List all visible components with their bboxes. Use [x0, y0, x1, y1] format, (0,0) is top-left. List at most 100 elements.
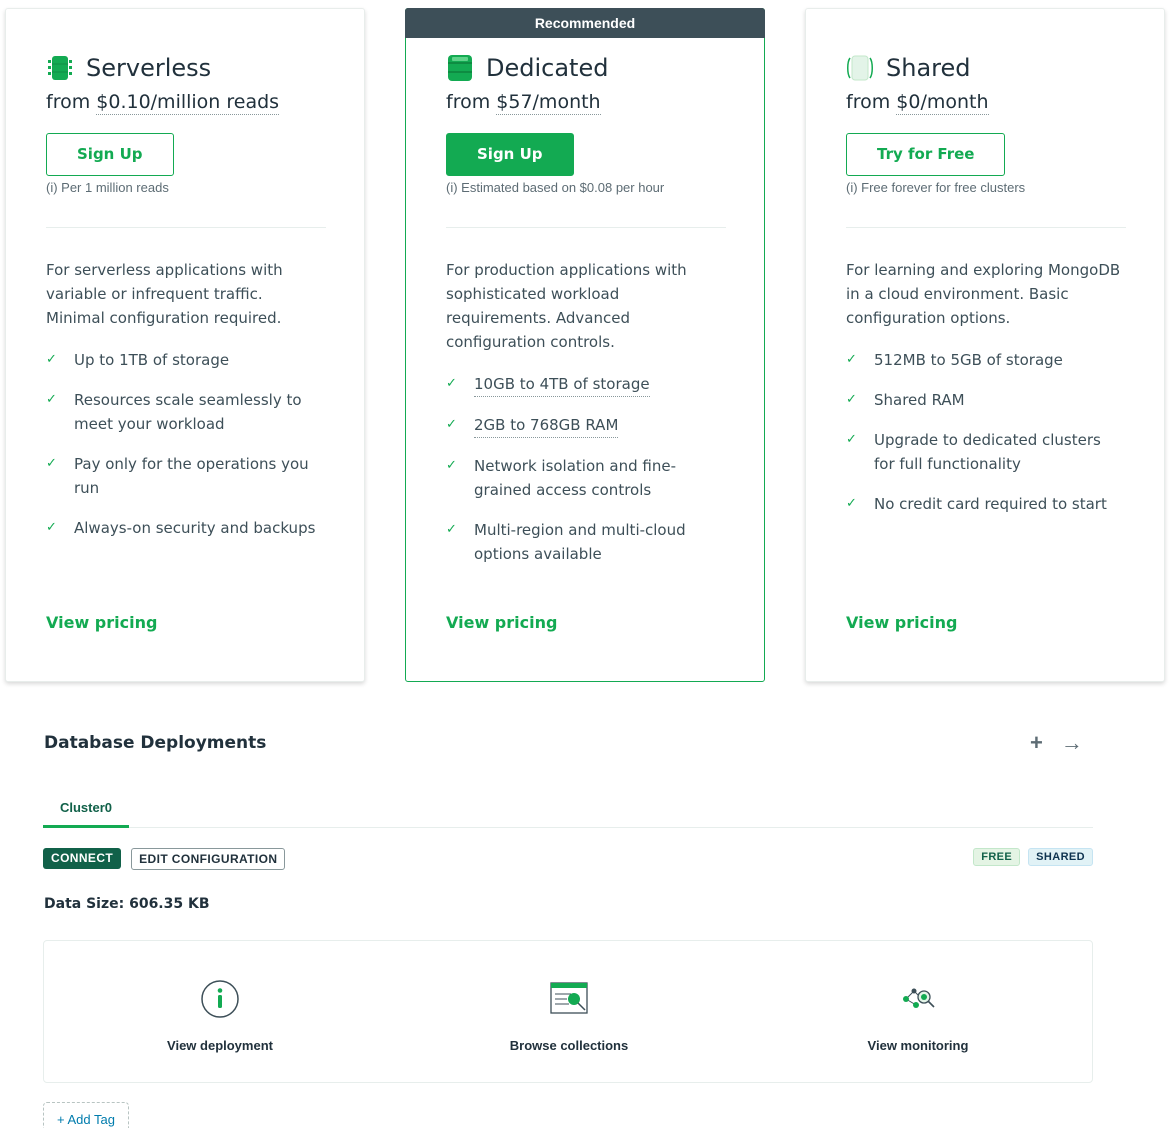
feature-item: ✓ 10GB to 4TB of storage — [446, 372, 726, 397]
shared-badge: SHARED — [1028, 848, 1093, 866]
browse-collections-action[interactable]: Browse collections — [469, 977, 669, 1053]
shared-card: Shared from $0/month Try for Free (i) Fr… — [805, 8, 1165, 682]
feature-list: ✓ 512MB to 5GB of storage ✓ Shared RAM ✓ Up… — [846, 348, 1126, 516]
feature-item: ✓ No credit card required to start — [846, 492, 1126, 516]
shared-title-row: Shared — [846, 53, 1126, 83]
check-icon: ✓ — [446, 522, 457, 537]
check-icon: ✓ — [446, 376, 457, 391]
price-amount: $57/month — [496, 91, 601, 115]
divider — [446, 227, 726, 228]
recommended-banner: Recommended — [405, 8, 765, 38]
card-price: from $0/month — [846, 91, 1126, 115]
tab-cluster0[interactable]: Cluster0 — [43, 800, 129, 828]
card-title: Shared — [886, 54, 971, 82]
feature-text: No credit card required to start — [874, 495, 1107, 513]
edit-configuration-button[interactable]: EDIT CONFIGURATION — [131, 848, 286, 870]
price-prefix: from — [846, 91, 897, 113]
card-description: For production applications with sophist… — [446, 261, 687, 351]
deployment-actions: + → — [1030, 730, 1083, 756]
feature-text: 10GB to 4TB of storage — [474, 372, 650, 397]
connect-button[interactable]: CONNECT — [43, 848, 122, 869]
feature-list: ✓ 10GB to 4TB of storage ✓ 2GB to 768GB RA… — [446, 372, 726, 566]
check-icon: ✓ — [46, 392, 57, 407]
fine-print: (i) Free forever for free clusters — [846, 180, 1026, 195]
feature-item: ✓ Pay only for the operations you run — [46, 452, 326, 500]
fine-print: (i) Estimated based on $0.08 per hour — [446, 180, 665, 195]
check-icon: ✓ — [46, 352, 57, 367]
check-icon: ✓ — [846, 392, 857, 407]
serverless-cluster-icon — [48, 56, 72, 80]
check-icon: ✓ — [846, 432, 857, 447]
feature-item: ✓ Multi-region and multi-cloud options av… — [446, 518, 726, 566]
check-icon: ✓ — [446, 458, 457, 473]
feature-list: ✓ Up to 1TB of storage ✓ Resources scale s… — [46, 348, 326, 540]
shared-view-pricing-link[interactable]: View pricing — [846, 613, 957, 632]
dedicated-sign-up-button[interactable]: Sign Up — [446, 133, 574, 176]
info-icon — [201, 980, 239, 1018]
cluster-badges: FREE SHARED — [973, 848, 1093, 866]
serverless-sign-up-button[interactable]: Sign Up — [46, 133, 174, 176]
card-price: from $0.10/million reads — [46, 91, 326, 115]
feature-text: Always-on security and backups — [74, 519, 316, 537]
dedicated-title-row: Dedicated — [446, 53, 726, 83]
browse-collections-icon — [550, 982, 588, 1014]
arrow-right-icon[interactable]: → — [1061, 730, 1083, 756]
view-monitoring-action[interactable]: View monitoring — [818, 977, 1018, 1053]
check-icon: ✓ — [446, 417, 457, 432]
feature-item: ✓ Up to 1TB of storage — [46, 348, 326, 372]
check-icon: ✓ — [46, 520, 57, 535]
view-deployment-label: View deployment — [167, 1038, 273, 1053]
feature-text: Multi-region and multi-cloud options ava… — [474, 521, 686, 563]
check-icon: ✓ — [846, 352, 857, 367]
feature-item: ✓ 2GB to 768GB RAM — [446, 413, 726, 438]
add-tag-button[interactable]: + Add Tag — [43, 1102, 129, 1128]
view-monitoring-label: View monitoring — [867, 1038, 969, 1053]
feature-item: ✓ 512MB to 5GB of storage — [846, 348, 1126, 372]
plus-icon[interactable]: + — [1030, 730, 1043, 756]
feature-text: Pay only for the operations you run — [74, 455, 309, 497]
card-title: Dedicated — [486, 54, 609, 82]
serverless-view-pricing-link[interactable]: View pricing — [46, 613, 157, 632]
divider — [46, 227, 326, 228]
feature-item: ✓ Upgrade to dedicated clusters for full … — [846, 428, 1126, 476]
cluster-tabs: Cluster0 — [43, 800, 1093, 828]
dedicated-cluster-icon — [448, 55, 472, 81]
check-icon: ✓ — [846, 496, 857, 511]
feature-item: ✓ Resources scale seamlessly to meet your… — [46, 388, 326, 436]
shared-try-for-free-button[interactable]: Try for Free — [846, 133, 1006, 176]
browse-collections-label: Browse collections — [509, 1038, 629, 1053]
feature-item: ✓ Network isolation and fine-grained acce… — [446, 454, 726, 502]
dedicated-card: Recommended Dedicated from $57/month Sig… — [405, 8, 765, 682]
feature-text: 512MB to 5GB of storage — [874, 351, 1063, 369]
database-deployments-title: Database Deployments — [44, 733, 267, 753]
shared-cluster-icon — [847, 55, 873, 81]
serverless-card: Serverless from $0.10/million reads Sign… — [5, 8, 365, 682]
price-amount: $0.10/million reads — [96, 91, 280, 115]
feature-text: 2GB to 768GB RAM — [474, 413, 619, 438]
check-icon: ✓ — [46, 456, 57, 471]
cluster-button-row: CONNECT EDIT CONFIGURATION — [43, 848, 286, 870]
feature-item: ✓ Shared RAM — [846, 388, 1126, 412]
feature-item: ✓ Always-on security and backups — [46, 516, 326, 540]
cluster-action-panel: View deployment Browse collections View … — [43, 940, 1093, 1083]
price-prefix: from — [446, 91, 497, 113]
feature-text: Upgrade to dedicated clusters for full f… — [874, 431, 1101, 473]
dedicated-view-pricing-link[interactable]: View pricing — [446, 613, 557, 632]
data-size: Data Size: 606.35 KB — [44, 896, 210, 912]
card-description: For serverless applications with variabl… — [46, 261, 283, 327]
price-prefix: from — [46, 91, 97, 113]
price-amount: $0/month — [896, 91, 989, 115]
monitoring-icon — [903, 988, 935, 1008]
feature-text: Up to 1TB of storage — [74, 351, 230, 369]
free-badge: FREE — [973, 848, 1021, 866]
view-deployment-action[interactable]: View deployment — [120, 977, 320, 1053]
card-price: from $57/month — [446, 91, 726, 115]
card-title: Serverless — [86, 54, 212, 82]
feature-text: Resources scale seamlessly to meet your … — [74, 391, 302, 433]
divider — [846, 227, 1126, 228]
card-description: For learning and exploring MongoDB in a … — [846, 261, 1121, 327]
feature-text: Shared RAM — [874, 391, 965, 409]
feature-text: Network isolation and fine-grained acces… — [474, 457, 677, 499]
fine-print: (i) Per 1 million reads — [46, 180, 169, 195]
serverless-title-row: Serverless — [46, 53, 326, 83]
